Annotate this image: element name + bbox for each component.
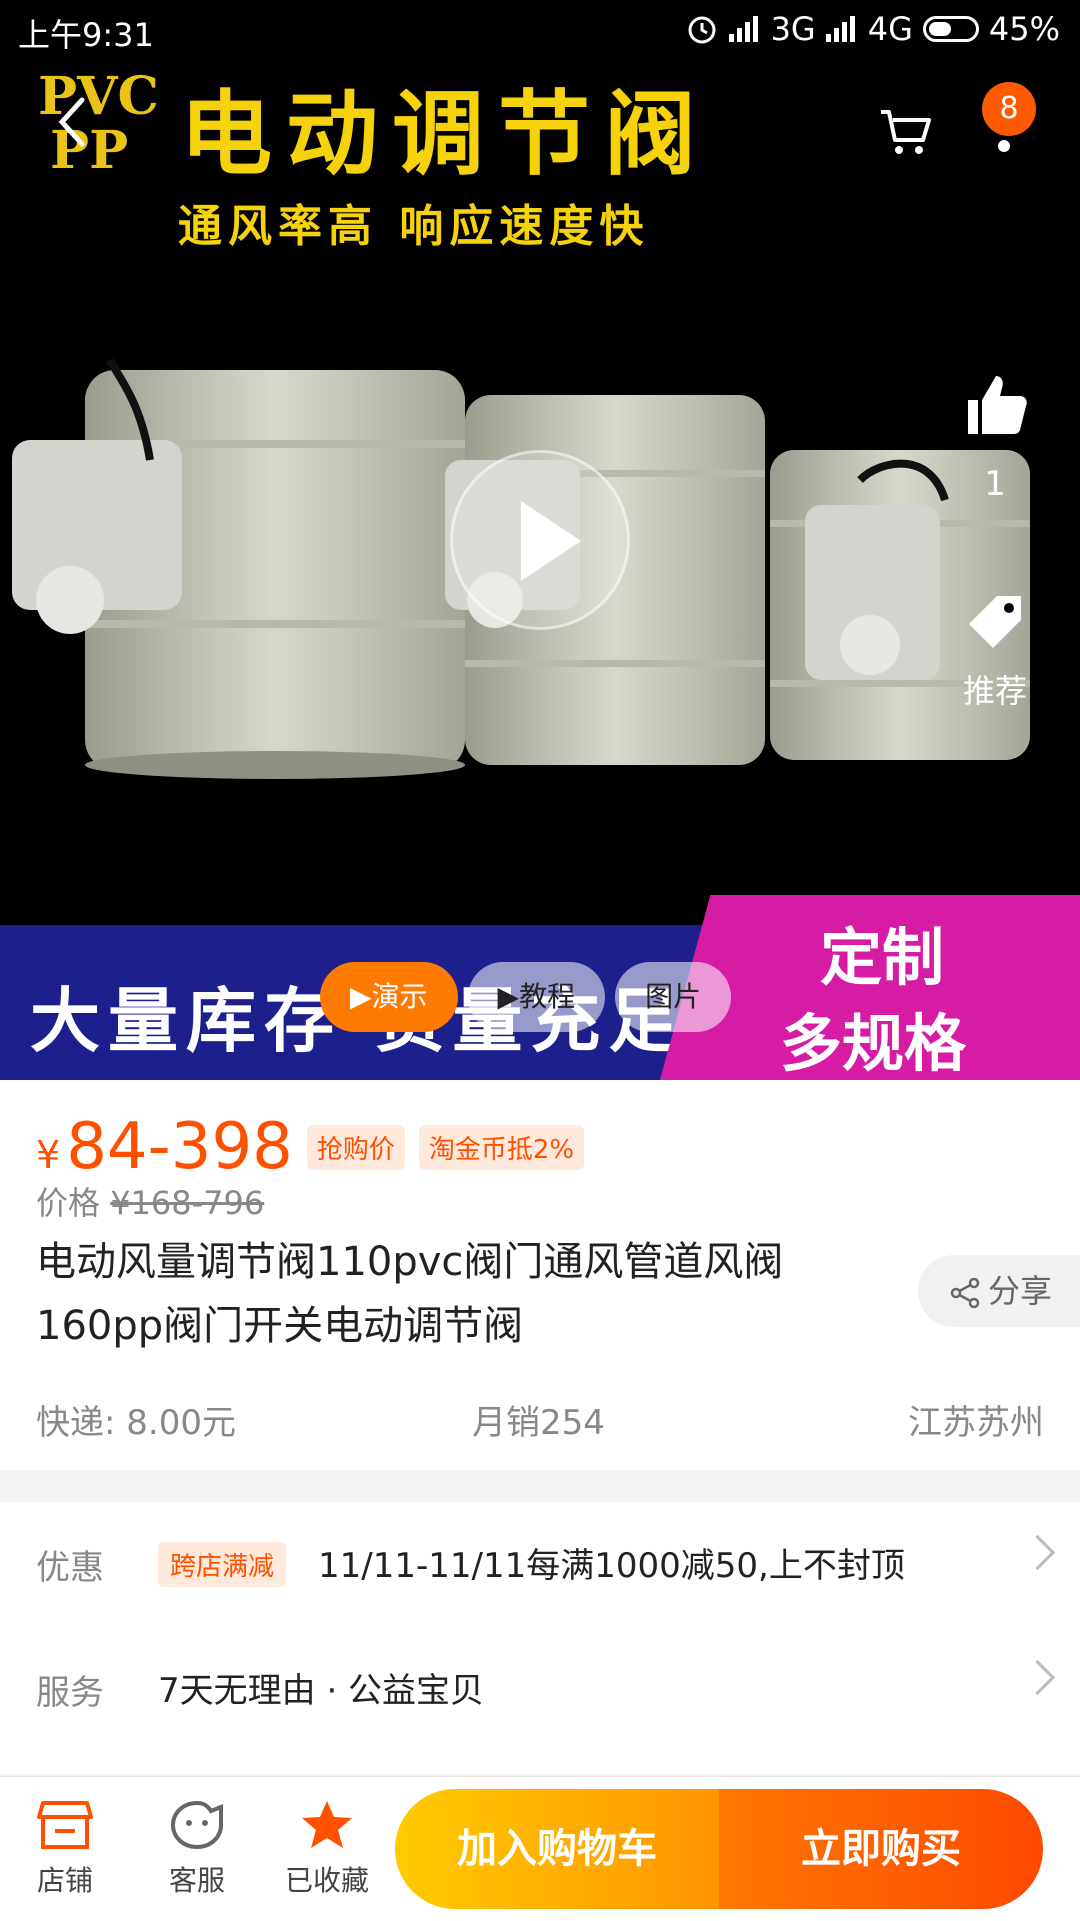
banner-right-text-1: 定制 xyxy=(820,921,945,994)
tab-demo[interactable]: ▶演示 xyxy=(320,962,458,1032)
shop-label: 店铺 xyxy=(36,1864,93,1897)
tag-icon xyxy=(969,596,1021,648)
coin-discount-tag: 淘金币抵2% xyxy=(418,1125,585,1170)
share-icon xyxy=(950,1277,980,1309)
battery-icon xyxy=(922,16,979,42)
star-icon xyxy=(302,1801,352,1848)
shop-icon xyxy=(37,1801,93,1849)
hero-headline: 电动调节阀 xyxy=(180,81,711,188)
discount-pill: 跨店满减 xyxy=(158,1542,287,1587)
like-count: 1 xyxy=(984,464,1006,504)
chat-face-icon xyxy=(170,1800,223,1850)
back-icon[interactable] xyxy=(52,92,92,152)
media-tabs: ▶演示 ▶教程 图片 xyxy=(320,962,741,1032)
favorite-label: 已收藏 xyxy=(284,1864,369,1897)
hero-subline: 通风率高 响应速度快 xyxy=(178,201,650,252)
banner-right-text-2: 多规格 xyxy=(780,1007,967,1080)
recommend-button[interactable]: 推荐 xyxy=(950,590,1040,712)
discount-row[interactable]: 优惠 跨店满减 11/11-11/11每满1000减50,上不封顶 xyxy=(0,1502,1080,1622)
battery-percent: 45% xyxy=(988,10,1060,48)
more-icon[interactable] xyxy=(998,140,1010,152)
flash-price-tag: 抢购价 xyxy=(306,1125,405,1170)
original-price-value: ¥168-796 xyxy=(110,1184,265,1222)
favorite-button[interactable]: 已收藏 xyxy=(272,1799,382,1899)
customer-service-button[interactable]: 客服 xyxy=(142,1799,252,1899)
discount-label: 优惠 xyxy=(36,1548,104,1588)
add-to-cart-button[interactable]: 加入购物车 xyxy=(395,1789,719,1909)
status-bar: 上午9:31 3G 4G 45% xyxy=(0,0,1080,60)
bottom-action-bar: 店铺 客服 已收藏 加入购物车 立即购买 xyxy=(0,1776,1080,1921)
product-title: 电动风量调节阀110pvc阀门通风管道风阀160pp阀门开关电动调节阀 xyxy=(36,1239,784,1349)
cart-icon[interactable] xyxy=(875,100,935,160)
signal-icon xyxy=(825,16,858,42)
like-button[interactable]: 1 xyxy=(955,370,1035,504)
share-label: 分享 xyxy=(988,1272,1053,1310)
currency-symbol: ¥ xyxy=(36,1133,61,1177)
original-price-label: 价格 xyxy=(36,1184,101,1222)
status-icons: 3G 4G 45% xyxy=(685,10,1060,48)
monthly-sales: 月销254 xyxy=(472,1403,605,1443)
original-price: 价格 ¥168-796 xyxy=(36,1178,264,1224)
ship-location: 江苏苏州 xyxy=(908,1403,1044,1443)
buy-now-button[interactable]: 立即购买 xyxy=(719,1789,1043,1909)
customer-service-label: 客服 xyxy=(168,1864,225,1897)
share-button[interactable]: 分享 xyxy=(918,1255,1080,1327)
sale-price: 84-398 xyxy=(66,1110,293,1184)
product-info: ¥ 84-398 抢购价 淘金币抵2% 价格 ¥168-796 电动风量调节阀1… xyxy=(0,1080,1080,1470)
tab-tutorial[interactable]: ▶教程 xyxy=(467,962,606,1032)
price-row: ¥ 84-398 抢购价 淘金币抵2% xyxy=(36,1110,585,1184)
network-4g: 4G xyxy=(867,10,913,48)
shipping-fee: 快递: 8.00元 xyxy=(36,1403,236,1443)
product-media[interactable]: 上午9:31 3G 4G 45% PVC PP 电动调节阀 通风率高 响应速度快… xyxy=(0,0,1080,1080)
cart-badge: 8 xyxy=(982,82,1036,136)
tab-pictures[interactable]: 图片 xyxy=(615,962,732,1032)
promo-section: 优惠 跨店满减 11/11-11/11每满1000减50,上不封顶 服务 7天无… xyxy=(0,1502,1080,1774)
chevron-right-icon xyxy=(1019,1534,1056,1571)
network-3g: 3G xyxy=(770,10,816,48)
status-time: 上午9:31 xyxy=(18,16,154,54)
service-text: 7天无理由 · 公益宝贝 xyxy=(158,1671,485,1711)
shop-button[interactable]: 店铺 xyxy=(10,1799,120,1899)
recommend-label: 推荐 xyxy=(962,672,1027,710)
alarm-icon xyxy=(688,16,716,44)
chevron-right-icon xyxy=(1019,1659,1056,1696)
thumbs-up-icon xyxy=(968,376,1027,434)
service-label: 服务 xyxy=(36,1673,104,1713)
discount-text: 11/11-11/11每满1000减50,上不封顶 xyxy=(318,1546,905,1586)
play-video-button[interactable] xyxy=(450,450,630,630)
signal-icon xyxy=(728,16,761,42)
service-row[interactable]: 服务 7天无理由 · 公益宝贝 xyxy=(0,1627,1080,1747)
